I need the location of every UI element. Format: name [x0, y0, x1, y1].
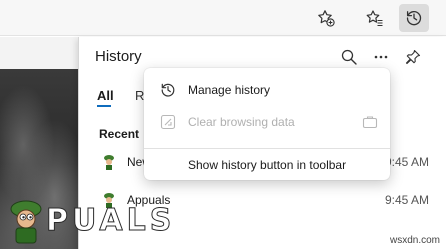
history-icon [161, 83, 175, 97]
more-horizontal-icon [374, 55, 388, 59]
menu-divider [144, 148, 390, 149]
more-options-menu: Manage history Clear browsing data Show … [144, 68, 390, 180]
pin-panel-button[interactable] [401, 45, 425, 69]
star-plus-icon [318, 10, 335, 27]
watermark-text: PUALS [45, 202, 176, 238]
section-heading-recent: Recent [99, 127, 140, 141]
history-icon [406, 11, 422, 26]
star-list-icon [366, 10, 383, 27]
browser-toolbar [0, 0, 446, 36]
mascot-logo [10, 200, 42, 244]
tab-selected-indicator [97, 105, 111, 107]
tab-all[interactable]: All [97, 88, 114, 103]
menu-item-label: Manage history [188, 83, 271, 97]
menu-item-manage-history[interactable]: Manage history [144, 75, 390, 105]
history-button[interactable] [399, 4, 429, 32]
menu-item-label: Show history button in toolbar [188, 158, 347, 172]
more-options-button[interactable] [369, 45, 393, 69]
menu-item-label: Clear browsing data [188, 115, 295, 129]
favorites-button[interactable] [360, 4, 390, 32]
appuals-watermark: PUALS [8, 200, 175, 244]
clear-data-icon [160, 114, 176, 130]
menu-item-clear-browsing-data[interactable]: Clear browsing data [144, 107, 390, 137]
add-favorite-button[interactable] [311, 4, 341, 32]
history-item-time: 9:45 AM [384, 193, 429, 207]
briefcase-icon [362, 116, 378, 129]
search-history-button[interactable] [337, 45, 361, 69]
favicon-icon [104, 155, 114, 170]
source-url: wsxdn.com [389, 235, 440, 246]
pin-icon [405, 49, 421, 65]
history-item-time: 9:45 AM [384, 155, 429, 169]
search-icon [341, 49, 357, 65]
panel-title: History [95, 48, 142, 65]
menu-item-show-history-button[interactable]: Show history button in toolbar [144, 150, 390, 180]
